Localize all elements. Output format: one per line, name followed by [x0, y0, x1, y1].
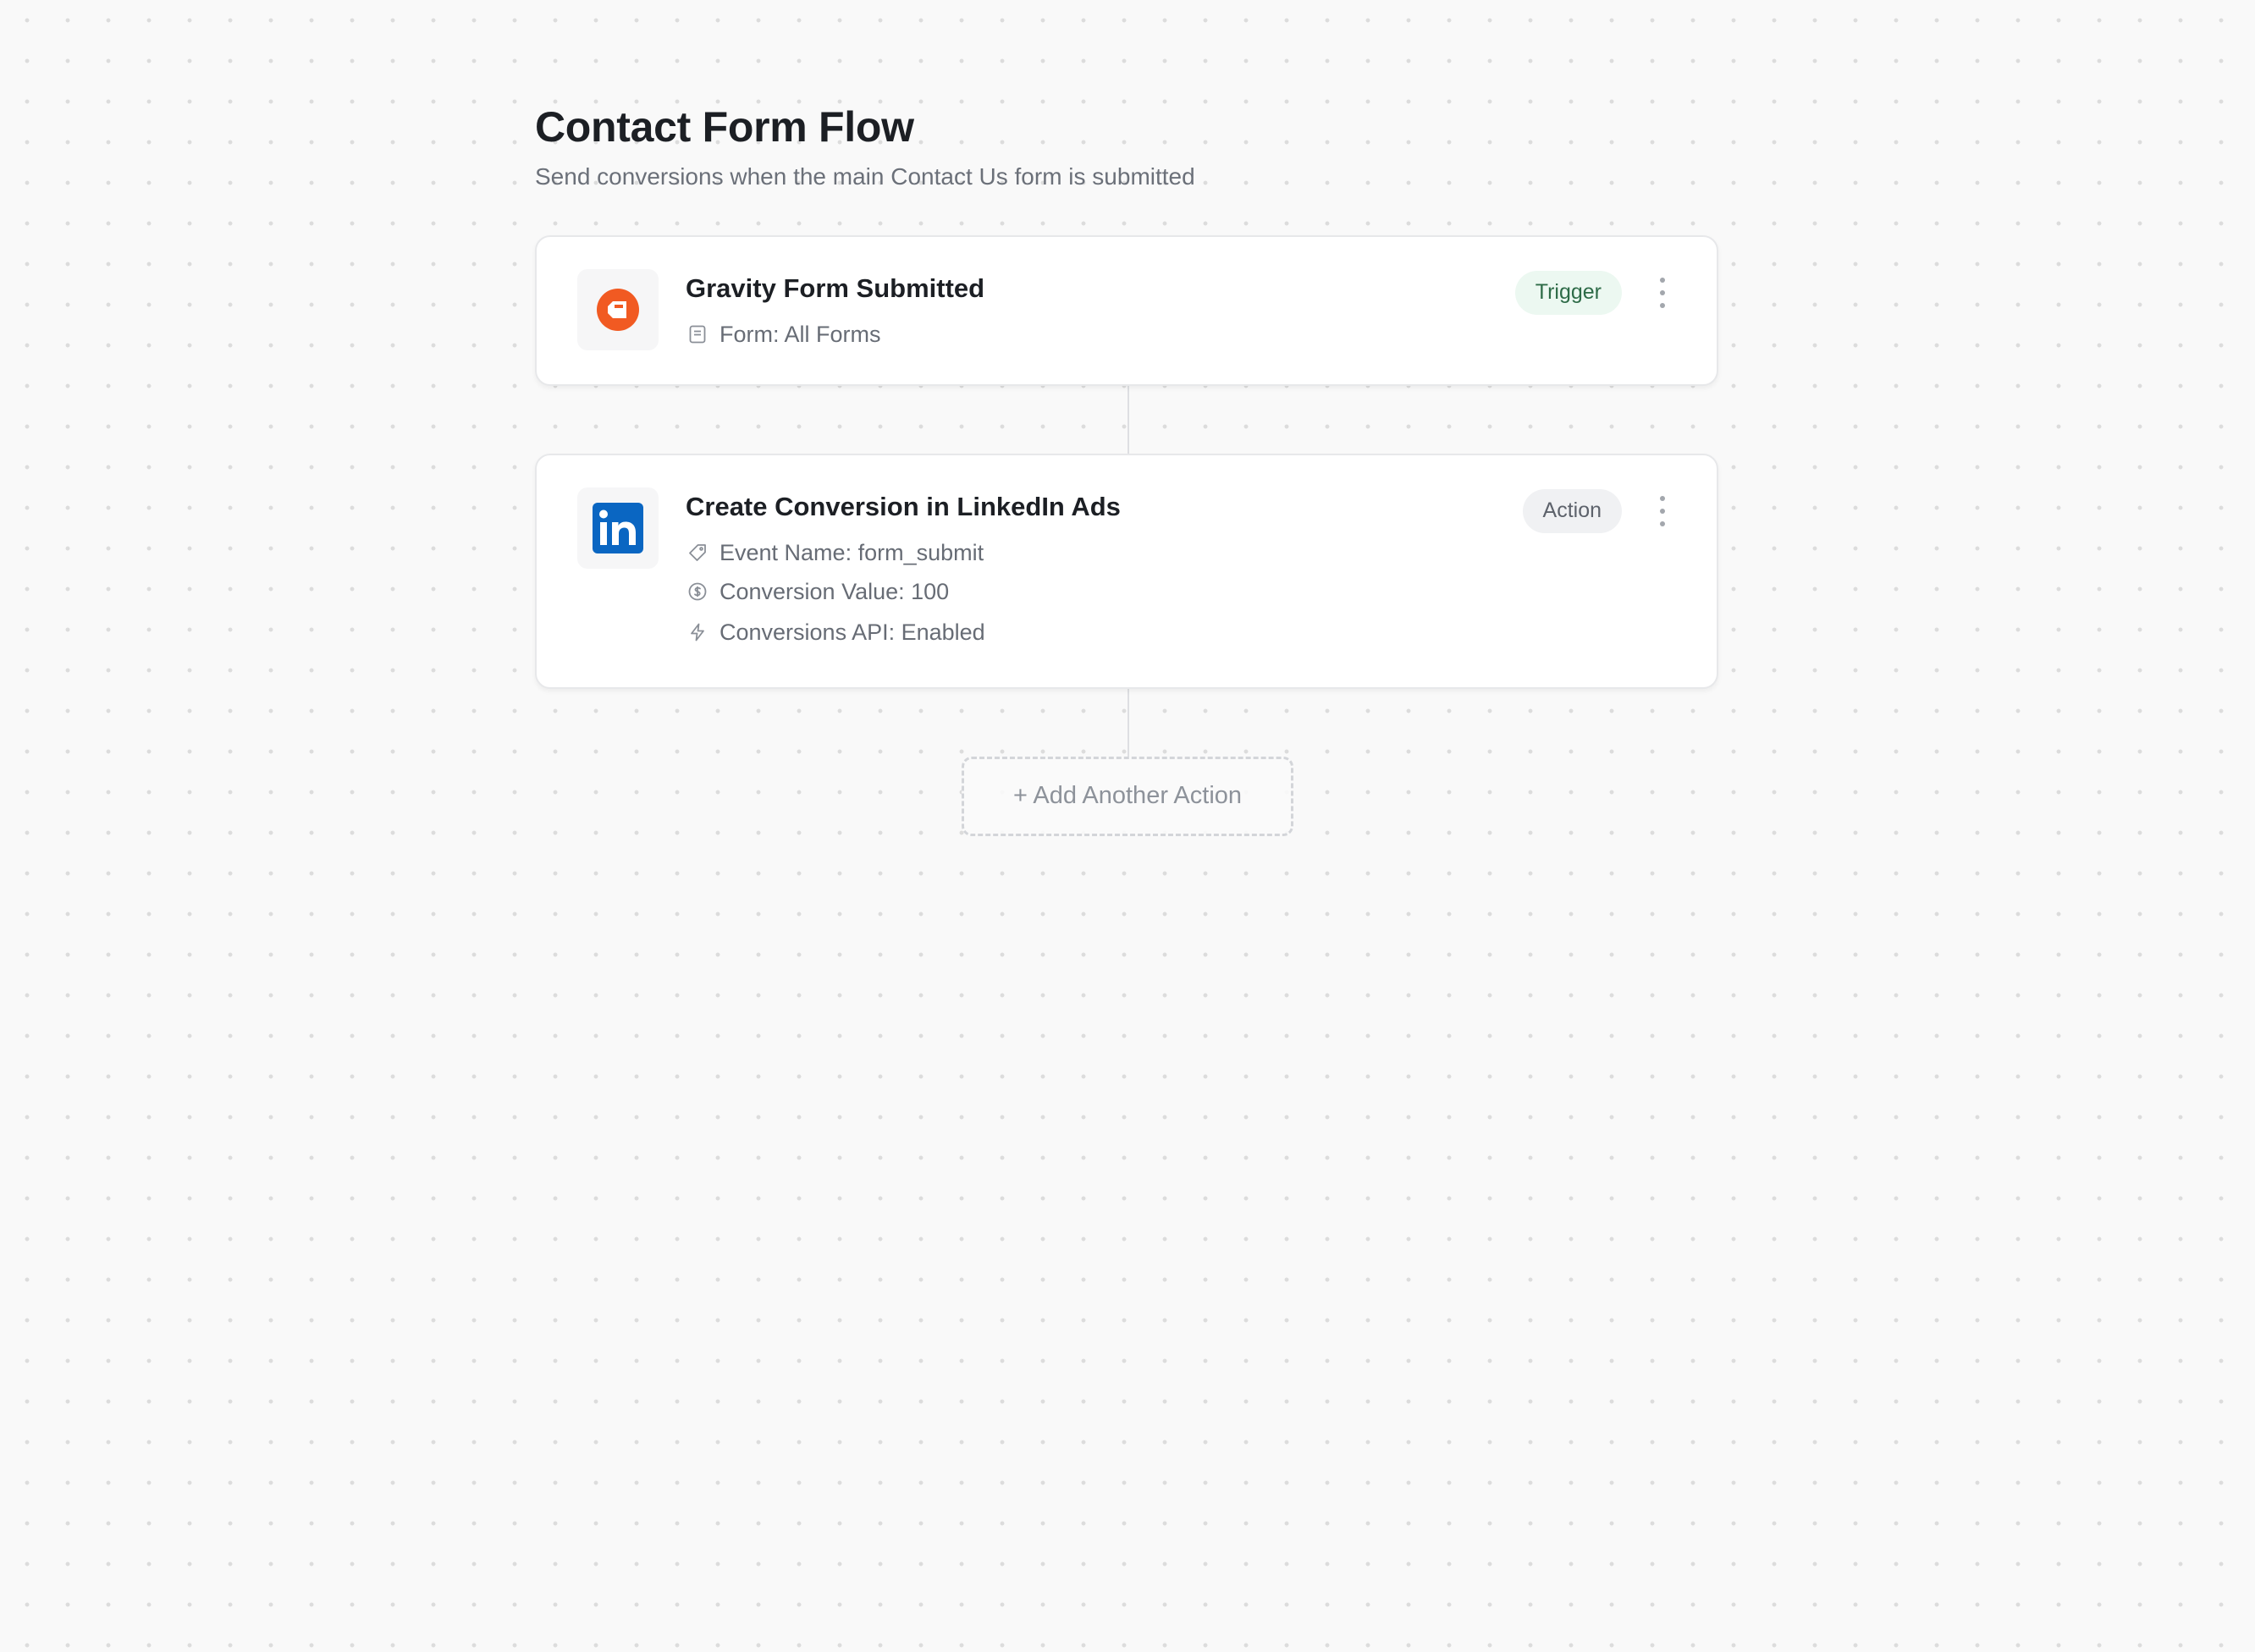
- action-badge: Action: [1522, 488, 1622, 533]
- action-detail-text: Event Name: form_submit: [720, 539, 984, 565]
- page-title: Contact Form Flow: [535, 103, 914, 151]
- trigger-more-options-icon[interactable]: [1654, 277, 1671, 308]
- action-detail-conversions-api: Conversions API: Enabled: [686, 620, 985, 646]
- action-title: Create Conversion in LinkedIn Ads: [686, 491, 1121, 521]
- add-another-action-button[interactable]: + Add Another Action: [962, 756, 1293, 836]
- dollar-circle-icon: [686, 580, 709, 603]
- action-detail-event-name: Event Name: form_submit: [686, 540, 984, 566]
- lightning-icon: [686, 620, 709, 644]
- trigger-detail-text: Form: All Forms: [720, 321, 881, 347]
- form-icon: [686, 322, 709, 346]
- trigger-title: Gravity Form Submitted: [686, 273, 985, 303]
- connector-line: [1128, 688, 1129, 757]
- action-card[interactable]: Create Conversion in LinkedIn Ads Event …: [535, 453, 1718, 689]
- tag-icon: [686, 541, 709, 564]
- flow-steps: Gravity Form Submitted Form: All Forms T…: [535, 234, 1718, 836]
- connector-line: [1128, 385, 1129, 454]
- action-detail-text: Conversion Value: 100: [720, 578, 950, 604]
- trigger-detail-form: Form: All Forms: [686, 322, 881, 348]
- gravity-forms-logo: [577, 268, 659, 350]
- action-detail-conversion-value: Conversion Value: 100: [686, 579, 949, 605]
- linkedin-logo: [577, 487, 659, 569]
- flow-canvas: Contact Form Flow Send conversions when …: [535, 102, 1718, 836]
- trigger-badge: Trigger: [1514, 270, 1622, 315]
- linkedin-icon: [593, 502, 643, 553]
- page-subtitle: Send conversions when the main Contact U…: [535, 163, 1195, 190]
- trigger-card[interactable]: Gravity Form Submitted Form: All Forms T…: [535, 234, 1718, 386]
- action-detail-text: Conversions API: Enabled: [720, 619, 985, 645]
- action-more-options-icon[interactable]: [1654, 495, 1671, 526]
- add-action-wrap: + Add Another Action: [535, 756, 1718, 836]
- gravity-forms-icon: [597, 288, 639, 331]
